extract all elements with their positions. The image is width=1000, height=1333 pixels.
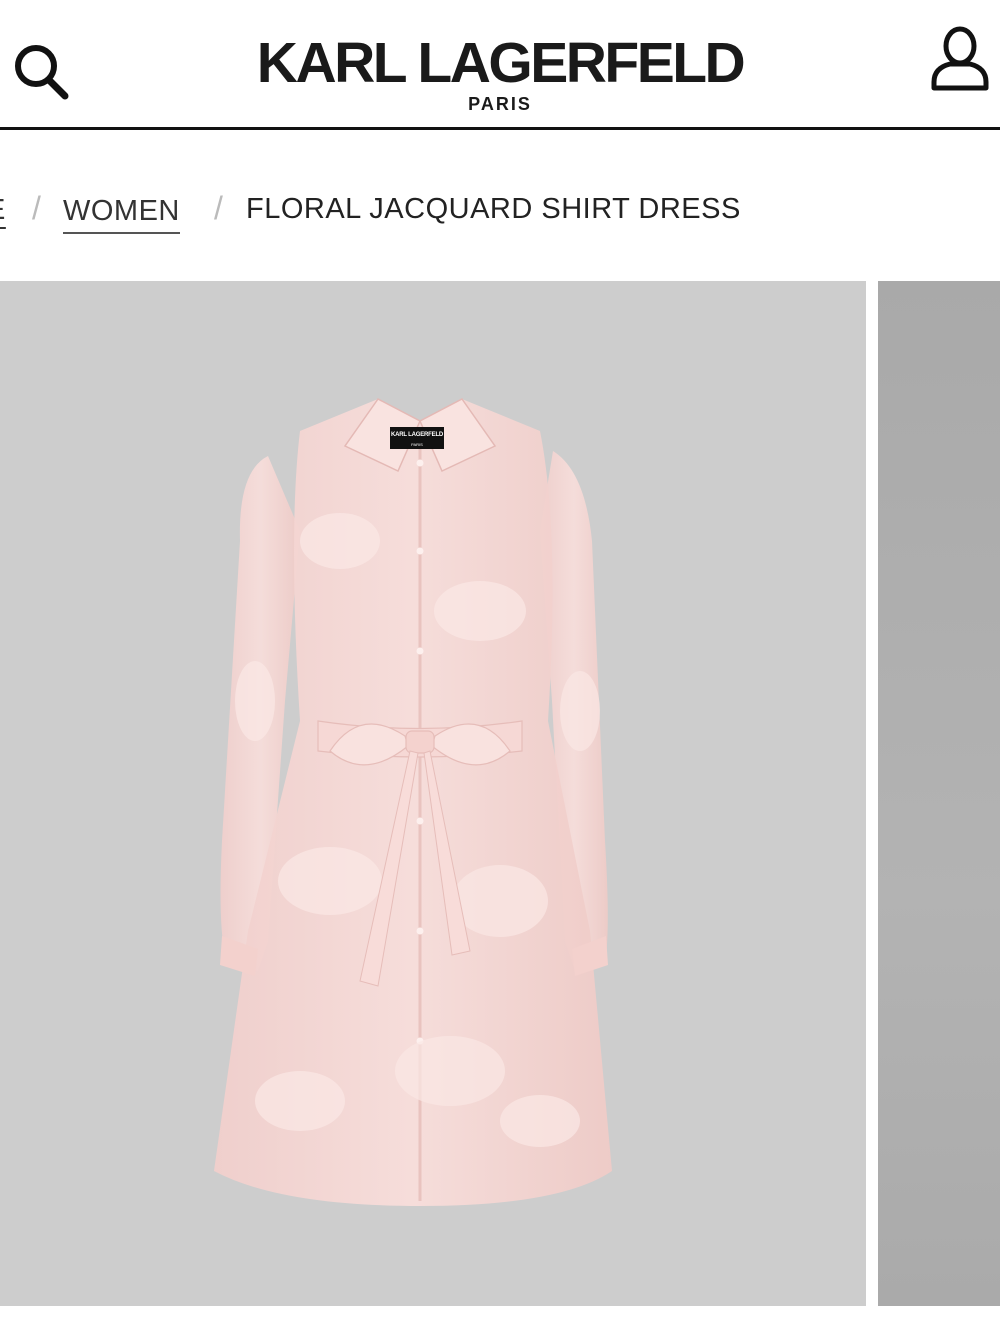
account-button[interactable]	[928, 24, 992, 94]
brand-name: KARL LAGERFELD	[256, 31, 746, 95]
garment-label-text: KARL LAGERFELD	[390, 432, 444, 438]
breadcrumb-current: FLORAL JACQUARD SHIRT DRESS	[246, 193, 741, 225]
product-image-next[interactable]	[878, 281, 1000, 1306]
brand-subtitle: PARIS	[468, 94, 532, 114]
site-header: KARL LAGERFELD PARIS	[0, 0, 1000, 130]
breadcrumb-women-link[interactable]: WOMEN	[63, 195, 180, 234]
brand-logo[interactable]: KARL LAGERFELD PARIS	[0, 34, 1000, 114]
breadcrumb-separator: /	[214, 190, 224, 226]
garment-label: KARL LAGERFELD PARIS	[390, 428, 444, 448]
garment-label-sub: PARIS	[411, 442, 423, 447]
product-image-main[interactable]: KARL LAGERFELD PARIS	[0, 281, 866, 1306]
breadcrumb-home-link[interactable]: E	[0, 194, 6, 227]
breadcrumb: E / WOMEN / FLORAL JACQUARD SHIRT DRESS	[0, 180, 1000, 240]
breadcrumb-separator: /	[32, 190, 42, 226]
user-icon	[931, 26, 989, 91]
